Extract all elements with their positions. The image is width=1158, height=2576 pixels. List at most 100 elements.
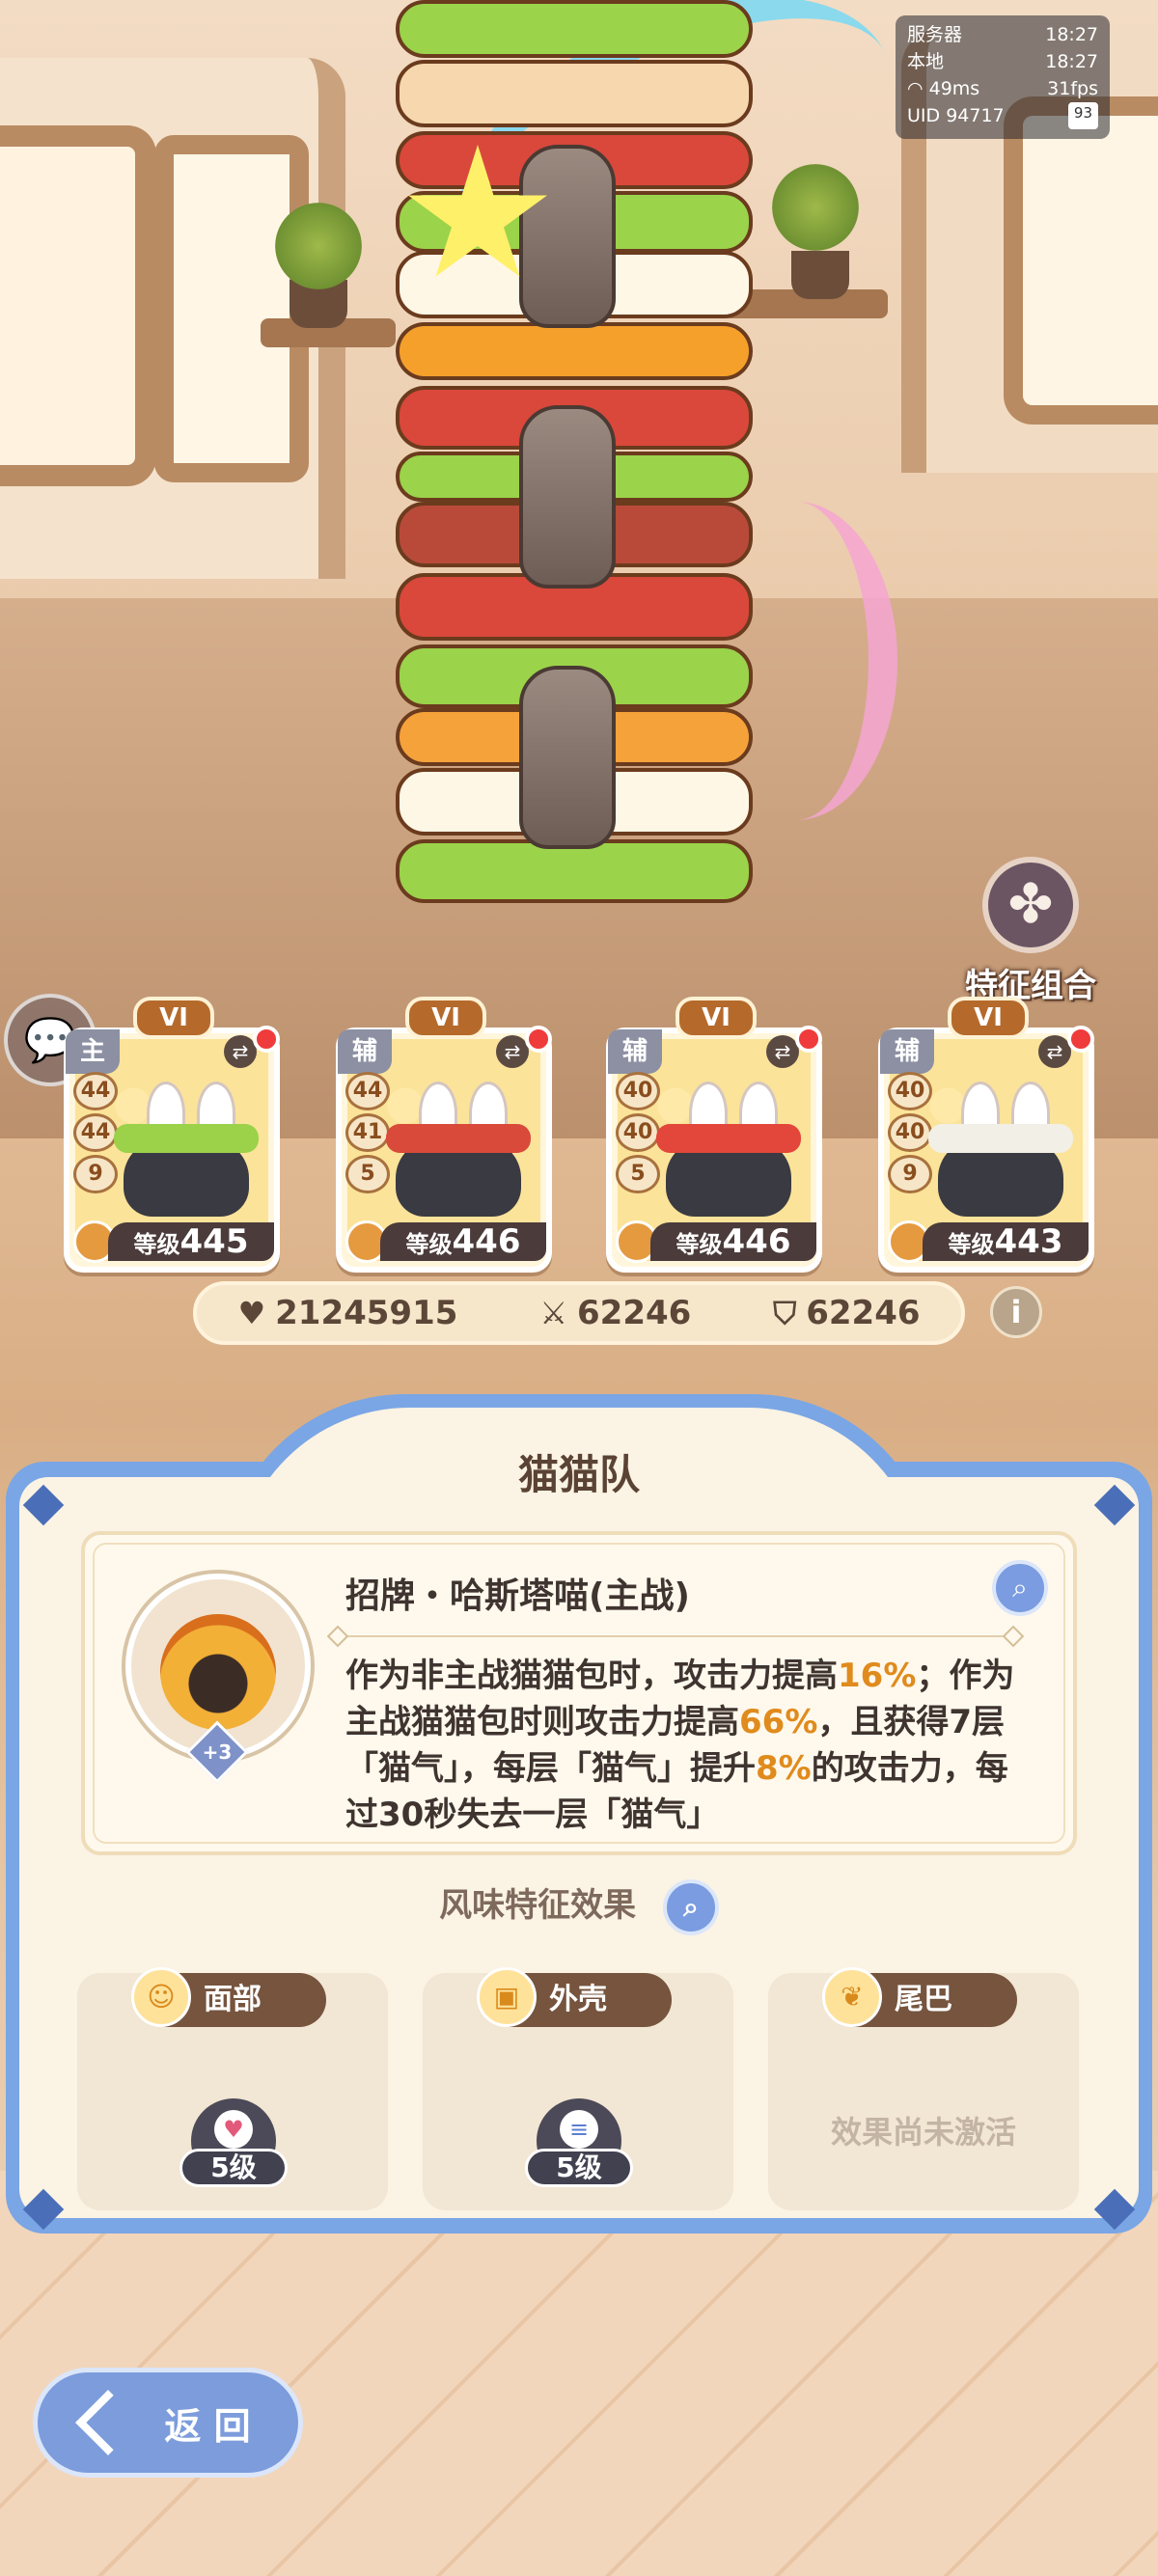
card-stat: 41 (345, 1113, 390, 1152)
defense-stat: ⛉ 62246 (773, 1294, 920, 1332)
info-icon: i (1010, 1294, 1022, 1330)
info-button[interactable]: i (990, 1286, 1042, 1338)
card-stat: 5 (345, 1155, 390, 1193)
tail-icon: ❦ (822, 1967, 882, 2027)
heart-icon: ♥ (237, 1295, 266, 1331)
swap-icon[interactable]: ⇄ (496, 1035, 529, 1068)
card-role-badge: 辅 (880, 1029, 934, 1074)
server-label: 服务器 (907, 24, 963, 45)
notification-dot (253, 1026, 280, 1053)
swap-icon[interactable]: ⇄ (1038, 1035, 1071, 1068)
attack-value: 62246 (577, 1294, 692, 1332)
skill-zoom-button[interactable]: ⌕ (992, 1560, 1048, 1616)
card-level: 等级445 (108, 1222, 274, 1261)
hp-value: 21245915 (275, 1294, 458, 1332)
card-role-badge: 主 (66, 1029, 120, 1074)
notification-dot (1067, 1026, 1094, 1053)
flavor-zoom-button[interactable]: ⌕ (662, 1878, 719, 1935)
attack-stat: ⚔ 62246 (539, 1294, 691, 1332)
cat-card-2[interactable]: VI 辅 ⇄ 44 41 5 等级446 (336, 997, 552, 1273)
skill-description: 作为非主战猫猫包时，攻击力提高16%；作为主战猫猫包时则攻击力提高66%，且获得… (345, 1653, 1021, 1842)
cat-sprite (386, 1082, 531, 1217)
hp-stat: ♥ 21245915 (237, 1294, 457, 1332)
card-level: 等级443 (923, 1222, 1089, 1261)
card-stats: 44 41 5 (345, 1072, 390, 1196)
face-icon: ☺ (131, 1967, 191, 2027)
flavor-title: 风味特征效果 ⌕ (0, 1878, 1158, 1935)
card-stats: 40 40 9 (888, 1072, 932, 1196)
notification-dot (525, 1026, 552, 1053)
crossed-swords-icon: ⚔ (539, 1295, 567, 1331)
status-overlay: 服务器 18:27 本地 18:27 ◠ 49ms 31fps UID 94717 93 (896, 15, 1110, 139)
team-panel: 猫猫队 +3 招牌・哈斯塔喵(主战) ⌕ 作为非主战猫猫包时，攻击力提高16%；… (0, 1394, 1158, 2291)
trait-shell[interactable]: ▣ 外壳 ≡ 5级 (423, 1967, 733, 2210)
card-stat: 9 (888, 1155, 932, 1193)
back-label: 返 回 (164, 2404, 251, 2448)
local-label: 本地 (907, 51, 945, 72)
card-stat: 5 (616, 1155, 660, 1193)
card-stats: 44 44 9 (73, 1072, 118, 1196)
card-role-badge: 辅 (338, 1029, 392, 1074)
card-stat: 44 (73, 1113, 118, 1152)
fps: 31fps (1047, 78, 1098, 99)
trait-tail-label: 尾巴 (895, 1983, 952, 2016)
team-summary-bar: ♥ 21245915 ⚔ 62246 ⛉ 62246 (193, 1281, 965, 1345)
card-stat: 44 (73, 1072, 118, 1110)
cat-card-4[interactable]: VI 辅 ⇄ 40 40 9 等级443 (878, 997, 1094, 1273)
trait-combo-button[interactable]: ✤ 特征组合 (953, 857, 1108, 1006)
card-stat: 40 (888, 1113, 932, 1152)
defense-value: 62246 (806, 1294, 921, 1332)
swap-icon[interactable]: ⇄ (766, 1035, 799, 1068)
back-arrow-icon (75, 2390, 142, 2455)
local-time: 18:27 (1045, 51, 1098, 72)
plant-pot (791, 251, 849, 299)
shield-icon: ⛉ (773, 1294, 797, 1331)
card-stats: 40 40 5 (616, 1072, 660, 1196)
card-rank-badge: VI (133, 997, 214, 1039)
card-rank-badge: VI (676, 997, 757, 1039)
card-role-badge: 辅 (608, 1029, 662, 1074)
card-rank-badge: VI (948, 997, 1029, 1039)
card-stat: 40 (888, 1072, 932, 1110)
trait-tail-inactive: 效果尚未激活 (830, 2114, 1016, 2151)
uid: UID 94717 (907, 105, 1005, 126)
highlight-value: 66% (739, 1703, 818, 1741)
card-stat: 40 (616, 1072, 660, 1110)
wifi-icon: ◠ (907, 78, 929, 99)
server-time: 18:27 (1045, 24, 1098, 45)
trait-tail[interactable]: ❦ 尾巴 效果尚未激活 (768, 1967, 1079, 2210)
skill-name: 招牌・哈斯塔喵(主战) (345, 1576, 690, 1616)
highlight-value: 8% (756, 1749, 812, 1788)
card-stat: 40 (616, 1113, 660, 1152)
cat-sprite (656, 1082, 801, 1217)
trait-shell-level: 5级 (525, 2149, 633, 2187)
cat-card-3[interactable]: VI 辅 ⇄ 40 40 5 等级446 (606, 997, 822, 1273)
magnifier-icon: ⌕ (1012, 1572, 1028, 1603)
cat-avatar[interactable]: +3 (125, 1574, 311, 1784)
cat-sprite (928, 1082, 1073, 1217)
card-level: 等级446 (380, 1222, 546, 1261)
swap-icon[interactable]: ⇄ (224, 1035, 257, 1068)
clover-icon: ✤ (982, 857, 1079, 953)
shell-icon: ▣ (477, 1967, 537, 2027)
cat-card-1[interactable]: VI 主 ⇄ 44 44 9 等级445 (64, 997, 280, 1273)
plant (275, 203, 362, 289)
notification-dot (795, 1026, 822, 1053)
cat-sprite (114, 1082, 259, 1217)
team-cards: VI 主 ⇄ 44 44 9 等级445 VI 辅 ⇄ 44 41 5 等级446 VI… (64, 997, 1106, 1273)
trait-face-label: 面部 (204, 1983, 262, 2016)
trait-face[interactable]: ☺ 面部 ♥ 5级 (77, 1967, 388, 2210)
sandwich-tower (396, 0, 762, 907)
card-rank-badge: VI (405, 997, 486, 1039)
card-stat: 44 (345, 1072, 390, 1110)
ping: ◠ 49ms (907, 78, 980, 99)
card-stat: 9 (73, 1155, 118, 1193)
trait-face-level: 5级 (179, 2149, 288, 2187)
card-level: 等级446 (650, 1222, 816, 1261)
highlight-value: 16% (838, 1657, 917, 1695)
panel-title: 猫猫队 (517, 1451, 640, 1498)
trait-shell-label: 外壳 (549, 1983, 607, 2016)
desc-text: 作为非主战猫猫包时，攻击力提高 (345, 1657, 838, 1695)
back-button[interactable]: 返 回 (33, 2368, 303, 2478)
magnifier-icon: ⌕ (683, 1890, 699, 1923)
